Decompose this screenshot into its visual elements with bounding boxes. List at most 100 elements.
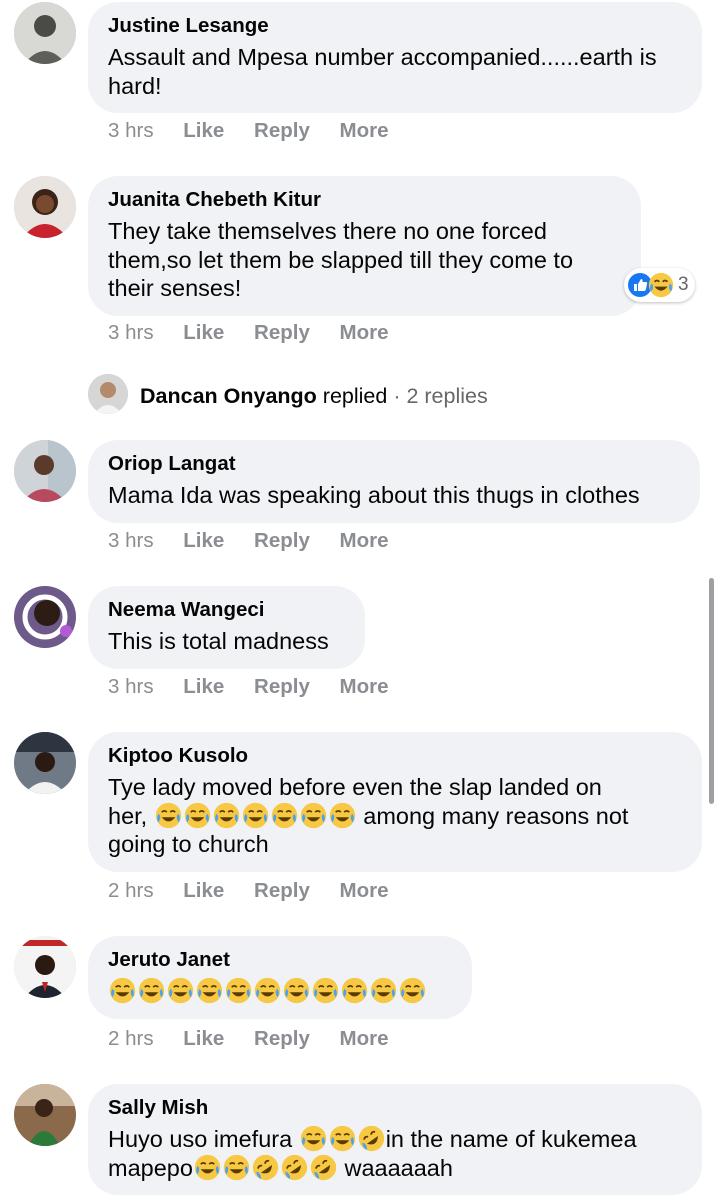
comment-time[interactable]: 3 hrs: [108, 321, 154, 345]
tears-of-joy-icon: [223, 1154, 250, 1181]
tears-of-joy-icon: [196, 977, 223, 1004]
tears-of-joy-icon: [254, 977, 281, 1004]
view-replies-link[interactable]: Dancan Onyango replied · 2 replies: [140, 382, 488, 410]
tears-of-joy-icon: [329, 1125, 356, 1152]
tears-of-joy-icon: [300, 1125, 327, 1152]
like-button[interactable]: Like: [183, 321, 224, 345]
rofl-icon: [252, 1154, 279, 1181]
comment-time[interactable]: 3 hrs: [108, 529, 154, 553]
replied-label: replied: [322, 384, 388, 408]
tears-of-joy-icon: [194, 1154, 221, 1181]
avatar[interactable]: [14, 586, 76, 648]
tears-of-joy-icon: [341, 977, 368, 1004]
tears-of-joy-icon: [155, 802, 182, 829]
avatar[interactable]: [14, 1084, 76, 1146]
like-button[interactable]: Like: [183, 119, 224, 143]
reply-button[interactable]: Reply: [254, 1027, 310, 1051]
comment-text: Huyo uso imefura in the name of kukemea …: [108, 1125, 682, 1182]
comment-actions: 3 hrs Like Reply More: [108, 675, 413, 699]
tears-of-joy-icon: [167, 977, 194, 1004]
comment-text-line: going to church: [108, 831, 269, 857]
rofl-icon: [310, 1154, 337, 1181]
comment-bubble: Juanita Chebeth Kitur They take themselv…: [88, 176, 641, 316]
reaction-count: 3: [678, 274, 689, 295]
more-button[interactable]: More: [340, 529, 389, 553]
avatar[interactable]: [14, 176, 76, 238]
comment-text-segment: in the name of kukemea: [385, 1126, 637, 1152]
commenter-name[interactable]: Oriop Langat: [108, 451, 680, 477]
comment-text-line: Tye lady moved before even the slap land…: [108, 774, 602, 800]
comment-text-segment: her,: [108, 802, 148, 829]
avatar[interactable]: [14, 440, 76, 502]
tears-of-joy-icon: [184, 802, 211, 829]
haha-reaction-icon: [648, 272, 674, 298]
replier-name[interactable]: Dancan Onyango: [140, 384, 317, 408]
reply-count: · 2 replies: [393, 384, 488, 408]
avatar[interactable]: [14, 2, 76, 64]
tears-of-joy-icon: [225, 977, 252, 1004]
comment-text: This is total madness: [108, 628, 329, 654]
tears-of-joy-icon: [242, 802, 269, 829]
like-button[interactable]: Like: [183, 1027, 224, 1051]
more-button[interactable]: More: [340, 321, 389, 345]
tears-of-joy-icon: [329, 802, 356, 829]
tears-of-joy-icon: [283, 977, 310, 1004]
comment-text: Assault and Mpesa number accompanied....…: [108, 44, 657, 99]
tears-of-joy-icon: [138, 977, 165, 1004]
rofl-icon: [281, 1154, 308, 1181]
commenter-name[interactable]: Sally Mish: [108, 1095, 682, 1121]
reply-button[interactable]: Reply: [254, 321, 310, 345]
comment-bubble: Jeruto Janet: [88, 936, 472, 1019]
comment-actions: 3 hrs Like Reply More: [108, 321, 413, 345]
comment-bubble: Oriop Langat Mama Ida was speaking about…: [88, 440, 700, 523]
like-button[interactable]: Like: [183, 879, 224, 903]
avatar[interactable]: [14, 936, 76, 998]
like-button[interactable]: Like: [183, 529, 224, 553]
comment-time[interactable]: 2 hrs: [108, 879, 154, 903]
reaction-summary[interactable]: 3: [624, 268, 695, 302]
comment-bubble: Neema Wangeci This is total madness: [88, 586, 365, 669]
comment-actions: 3 hrs Like Reply More: [108, 529, 413, 553]
commenter-name[interactable]: Justine Lesange: [108, 13, 682, 39]
reply-button[interactable]: Reply: [254, 119, 310, 143]
avatar[interactable]: [14, 732, 76, 794]
comment-text-segment: waaaaaah: [344, 1154, 453, 1181]
tears-of-joy-icon: [271, 802, 298, 829]
reply-button[interactable]: Reply: [254, 879, 310, 903]
more-button[interactable]: More: [340, 1027, 389, 1051]
comment-actions: 2 hrs Like Reply More: [108, 1027, 413, 1051]
comment-actions: 3 hrs Like Reply More: [108, 119, 413, 143]
comment-bubble: Sally Mish Huyo uso imefura in the name …: [88, 1084, 702, 1195]
tears-of-joy-icon: [213, 802, 240, 829]
tears-of-joy-icon: [399, 977, 426, 1004]
rofl-icon: [358, 1125, 385, 1152]
comment-text-segment: Huyo uso imefura: [108, 1126, 293, 1152]
comment-bubble: Kiptoo Kusolo Tye lady moved before even…: [88, 732, 702, 872]
comment-text-segment: mapepo: [108, 1154, 193, 1181]
comment-text: Mama Ida was speaking about this thugs i…: [108, 482, 640, 508]
more-button[interactable]: More: [340, 675, 389, 699]
commenter-name[interactable]: Juanita Chebeth Kitur: [108, 187, 621, 213]
tears-of-joy-icon: [109, 977, 136, 1004]
commenter-name[interactable]: Jeruto Janet: [108, 947, 452, 973]
scrollbar[interactable]: [709, 578, 714, 804]
comment-time[interactable]: 3 hrs: [108, 119, 154, 143]
comment-time[interactable]: 2 hrs: [108, 1027, 154, 1051]
tears-of-joy-icon: [300, 802, 327, 829]
commenter-name[interactable]: Kiptoo Kusolo: [108, 743, 682, 769]
comment-text: Tye lady moved before even the slap land…: [108, 773, 682, 859]
commenter-name[interactable]: Neema Wangeci: [108, 597, 345, 623]
comment-text: They take themselves there no one forced…: [108, 218, 574, 301]
reply-button[interactable]: Reply: [254, 529, 310, 553]
replier-avatar[interactable]: [88, 374, 128, 414]
more-button[interactable]: More: [340, 879, 389, 903]
comment-text: [108, 977, 452, 1006]
like-button[interactable]: Like: [183, 675, 224, 699]
tears-of-joy-icon: [312, 977, 339, 1004]
comment-time[interactable]: 3 hrs: [108, 675, 154, 699]
comment-text-segment: among many reasons not: [363, 802, 629, 829]
comment-bubble: Justine Lesange Assault and Mpesa number…: [88, 2, 702, 113]
comment-actions: 2 hrs Like Reply More: [108, 879, 413, 903]
more-button[interactable]: More: [340, 119, 389, 143]
reply-button[interactable]: Reply: [254, 675, 310, 699]
